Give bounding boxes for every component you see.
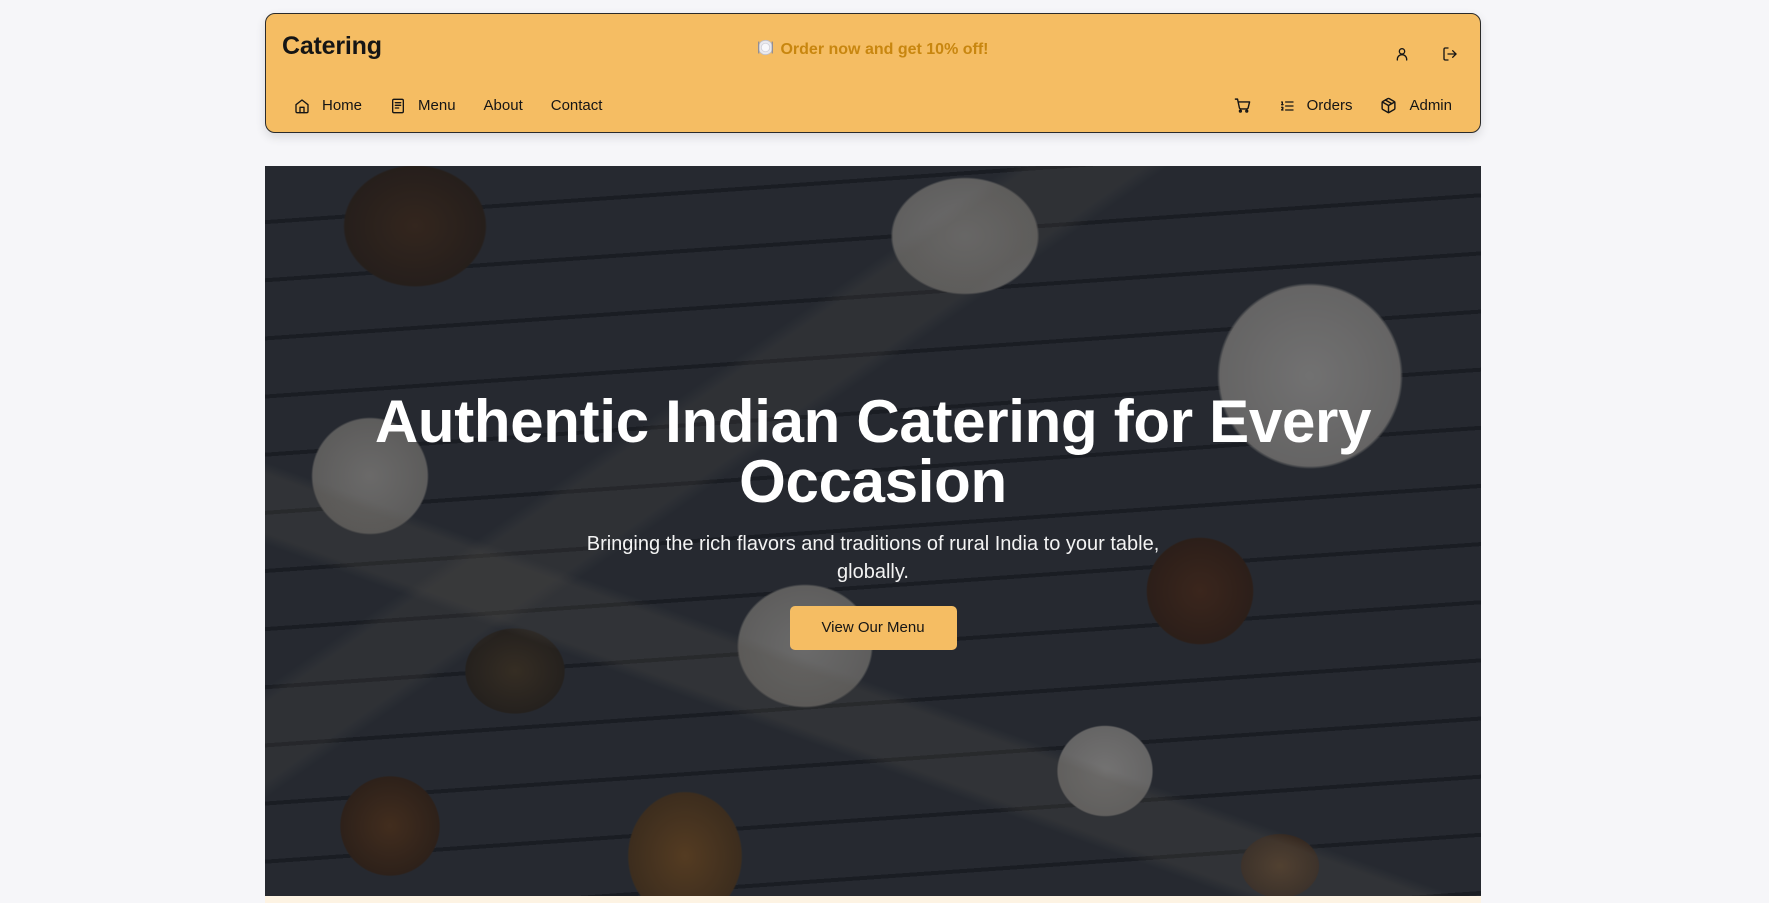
nav-orders-label: Orders: [1306, 97, 1353, 114]
logout-icon[interactable]: [1432, 36, 1468, 72]
package-icon: [1381, 97, 1397, 114]
plate-icon: [757, 39, 774, 61]
promo-banner: Order now and get 10% off!: [266, 39, 1480, 61]
hero-subtitle: Bringing the rich flavors and traditions…: [586, 533, 1160, 583]
nav-contact[interactable]: Contact: [539, 92, 615, 119]
user-icon[interactable]: [1384, 36, 1420, 72]
menu-book-icon: [392, 98, 405, 113]
promo-text: Order now and get 10% off!: [780, 41, 989, 58]
nav-menu[interactable]: Menu: [378, 92, 468, 119]
hero-banner: Authentic Indian Catering for Every Occa…: [265, 166, 1481, 896]
nav-admin[interactable]: Admin: [1368, 92, 1464, 119]
user-nav: Orders Admin: [1222, 92, 1464, 119]
nav-about[interactable]: About: [472, 92, 535, 119]
site-header: Catering Order now and get 10% off! Home…: [265, 13, 1481, 133]
nav-home[interactable]: Home: [282, 92, 374, 119]
main-nav: Home Menu About Contact: [282, 92, 614, 119]
hero-content: Authentic Indian Catering for Every Occa…: [265, 392, 1481, 650]
nav-home-label: Home: [322, 97, 363, 114]
nav-about-label: About: [483, 97, 523, 114]
view-menu-button[interactable]: View Our Menu: [789, 606, 957, 650]
home-icon: [295, 98, 309, 113]
nav-admin-label: Admin: [1409, 97, 1452, 114]
nav-menu-label: Menu: [418, 97, 456, 114]
next-section-edge: [265, 896, 1481, 903]
list-icon: [1280, 100, 1294, 111]
account-actions: [1384, 36, 1468, 72]
nav-orders[interactable]: Orders: [1267, 92, 1365, 119]
cart-icon: [1234, 98, 1250, 113]
nav-cart[interactable]: [1222, 92, 1263, 119]
nav-contact-label: Contact: [550, 97, 603, 114]
hero-title: Authentic Indian Catering for Every Occa…: [374, 388, 1372, 515]
